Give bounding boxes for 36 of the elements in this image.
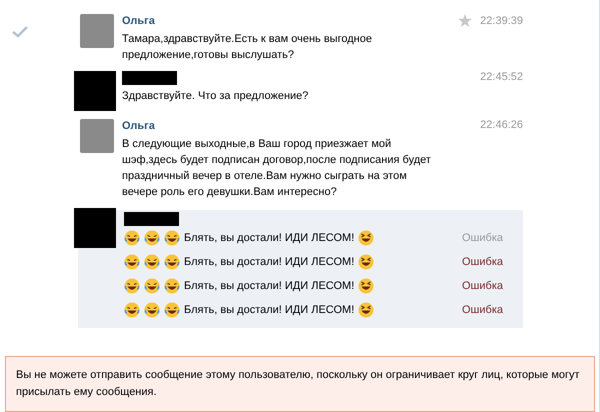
message-text: Блять, вы достали! ИДИ ЛЕСОМ! xyxy=(184,256,354,268)
error-status[interactable]: Ошибка xyxy=(462,256,503,268)
message-time: 22:45:52 xyxy=(480,71,523,83)
laughing-emoji-icon xyxy=(164,254,180,270)
laughing-emoji-icon xyxy=(164,230,180,246)
laughing-emoji-icon xyxy=(164,302,180,318)
message-time: 22:39:39 xyxy=(480,14,523,26)
message-text: Блять, вы достали! ИДИ ЛЕСОМ! xyxy=(184,304,354,316)
alert-message: Вы не можете отправить сообщение этому пользователю, поскольку он ограничивает круг лиц, которые могут присылать ему сообщения. xyxy=(5,356,595,412)
laughing-emoji-icon xyxy=(124,278,140,294)
message-text: Блять, вы достали! ИДИ ЛЕСОМ! xyxy=(184,280,354,292)
message-text: Тамара,здравствуйте.Есть к вам очень выгодное предложение,готовы выслушать? xyxy=(122,32,373,63)
author-name[interactable]: Ольга xyxy=(122,14,433,28)
laughing-emoji-icon xyxy=(124,302,140,318)
checkmark-icon[interactable] xyxy=(12,26,28,38)
message-time: 22:46:26 xyxy=(480,119,523,131)
laughing-emoji-icon xyxy=(164,278,180,294)
grinning-emoji-icon xyxy=(358,254,374,270)
laughing-emoji-icon xyxy=(144,278,160,294)
error-status[interactable]: Ошибка xyxy=(462,304,503,316)
laughing-emoji-icon xyxy=(124,254,140,270)
grinning-emoji-icon xyxy=(358,278,374,294)
laughing-emoji-icon xyxy=(144,254,160,270)
message-text: В следующие выходные,в Ваш город приезжает мой шэф,здесь будет подписан договор,после подписания будет праздничный вечер в отеле.Вам нужно сыграть на этом вечере роль его девушки.Вам интересно? xyxy=(122,137,432,200)
star-icon[interactable] xyxy=(458,14,472,27)
redacted-name xyxy=(122,71,177,85)
author-name[interactable]: Ольга xyxy=(122,119,433,133)
grinning-emoji-icon xyxy=(358,230,374,246)
redacted-name xyxy=(124,212,179,226)
laughing-emoji-icon xyxy=(144,230,160,246)
grinning-emoji-icon xyxy=(358,302,374,318)
laughing-emoji-icon xyxy=(144,302,160,318)
laughing-emoji-icon xyxy=(124,230,140,246)
message-text: Блять, вы достали! ИДИ ЛЕСОМ! xyxy=(184,232,354,244)
error-status[interactable]: Ошибка xyxy=(462,280,503,292)
message-text: Здравствуйте. Что за предложение? xyxy=(122,89,310,104)
